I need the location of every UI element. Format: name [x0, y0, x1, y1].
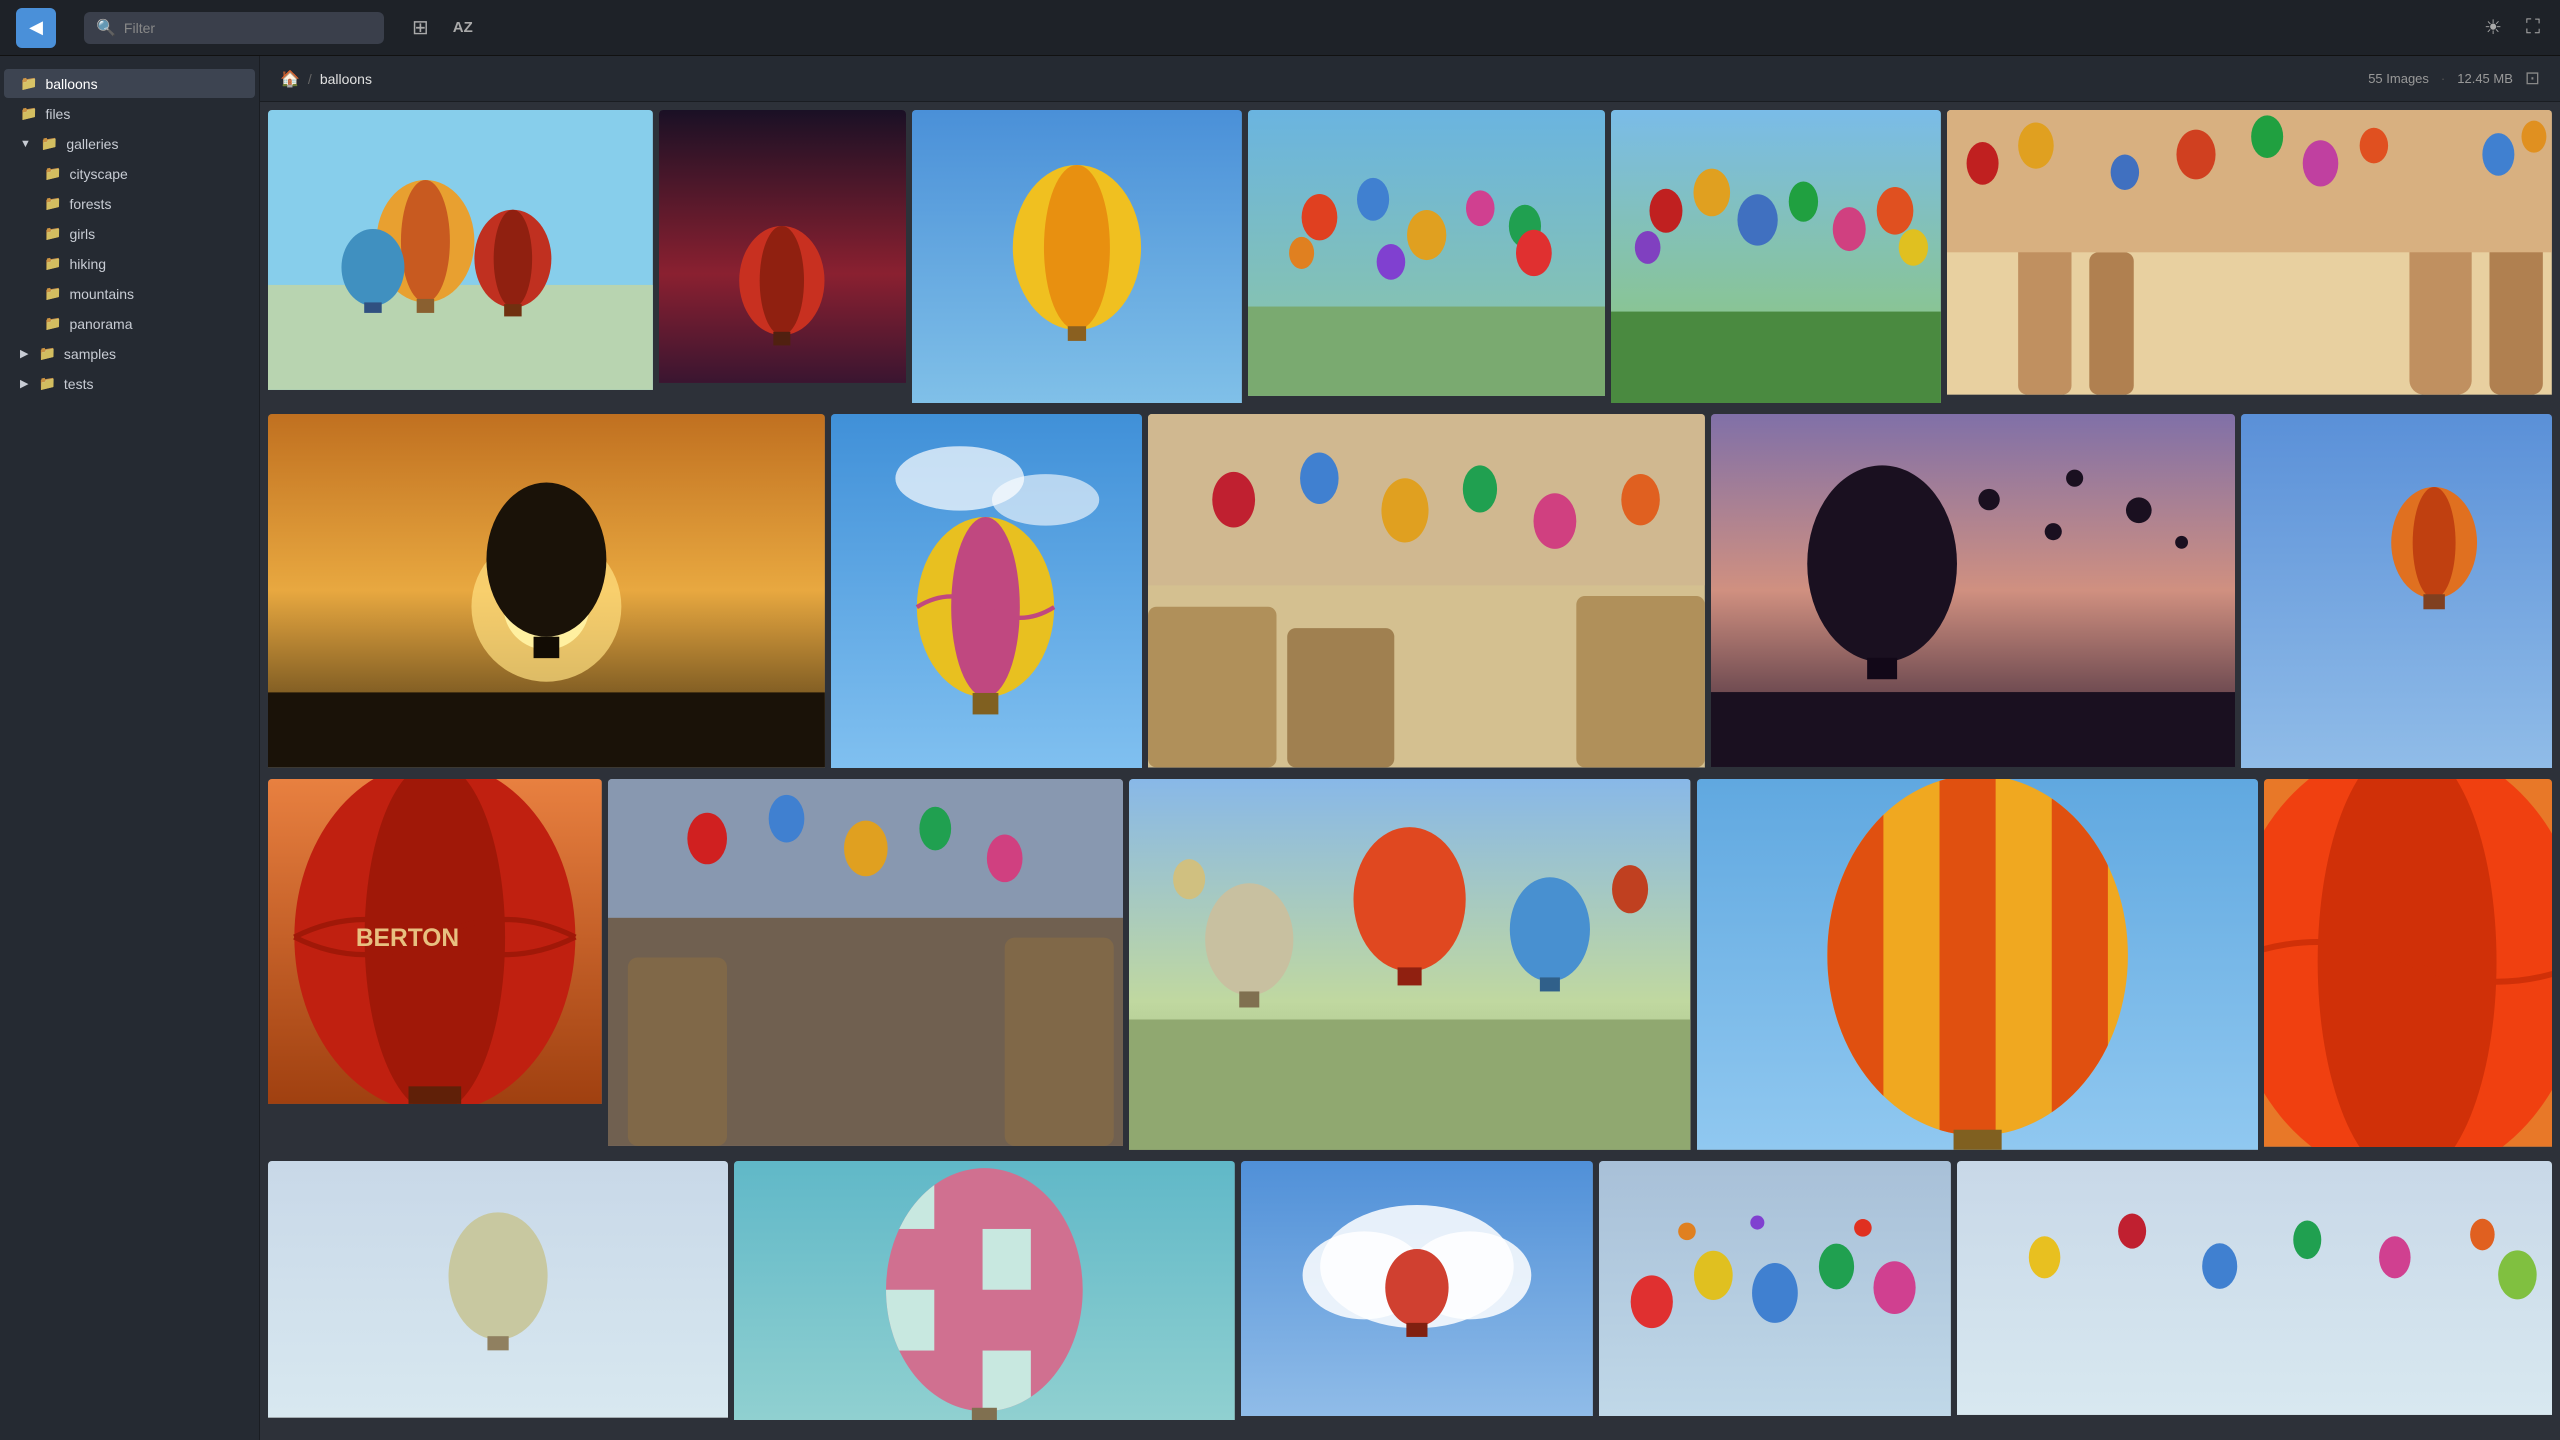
image-count: 55 Images	[2368, 71, 2429, 86]
sidebar-item-label: mountains	[69, 286, 134, 302]
folder-icon: 📁	[44, 285, 61, 302]
photo-item[interactable]	[1697, 779, 2258, 1155]
home-icon[interactable]: 🏠	[280, 69, 300, 89]
sidebar-item-cityscape[interactable]: 📁 cityscape	[4, 159, 255, 188]
photo-item[interactable]	[912, 110, 1242, 408]
photo-item[interactable]	[1957, 1161, 2552, 1425]
back-icon: ◀	[29, 17, 43, 38]
sidebar-item-girls[interactable]: 📁 girls	[4, 219, 255, 248]
photo-row-4	[268, 1161, 2552, 1425]
sidebar-item-label: cityscape	[69, 166, 127, 182]
folder-icon: 📁	[44, 165, 61, 182]
photo-item[interactable]	[831, 414, 1142, 773]
folder-settings-icon[interactable]: ⊡	[2525, 68, 2540, 89]
sidebar-item-label: balloons	[45, 76, 97, 92]
photo-item[interactable]	[659, 110, 906, 408]
sidebar-item-label: forests	[69, 196, 111, 212]
sidebar-item-mountains[interactable]: 📁 mountains	[4, 279, 255, 308]
sidebar-item-label: galleries	[66, 136, 118, 152]
search-box: 🔍	[84, 12, 384, 44]
search-input[interactable]	[124, 20, 372, 36]
main-layout: 📁 balloons 📁 files ▼ 📁 galleries 📁 citys…	[0, 56, 2560, 1440]
header-meta: 55 Images · 12.45 MB ⊡	[2368, 68, 2540, 89]
sidebar-item-samples[interactable]: ▶ 📁 samples	[4, 339, 255, 368]
sidebar-item-label: panorama	[69, 316, 132, 332]
folder-icon: 📁	[41, 135, 58, 152]
search-icon: 🔍	[96, 18, 116, 38]
folder-icon: 📁	[20, 105, 37, 122]
photo-item[interactable]	[268, 1161, 728, 1425]
folder-icon: 📁	[44, 255, 61, 272]
topbar-right: ☀ ⛶	[2480, 11, 2544, 44]
back-button[interactable]: ◀	[16, 8, 56, 48]
sidebar-item-label: samples	[64, 346, 116, 362]
photo-grid: BERTON	[260, 102, 2560, 1440]
photo-item[interactable]	[1241, 1161, 1593, 1425]
sidebar-item-balloons[interactable]: 📁 balloons	[4, 69, 255, 98]
photo-item[interactable]	[1599, 1161, 1951, 1425]
photo-row-3: BERTON	[268, 779, 2552, 1155]
meta-separator: ·	[2441, 71, 2445, 86]
brightness-icon[interactable]: ☀	[2480, 11, 2506, 44]
photo-item[interactable]	[2264, 779, 2552, 1155]
folder-icon: 📁	[44, 195, 61, 212]
file-size: 12.45 MB	[2457, 71, 2513, 86]
photo-item[interactable]	[1947, 110, 2552, 408]
photo-item[interactable]	[1148, 414, 1705, 773]
photo-row-2	[268, 414, 2552, 773]
sidebar-item-forests[interactable]: 📁 forests	[4, 189, 255, 218]
photo-item[interactable]	[268, 110, 653, 408]
photo-item[interactable]	[734, 1161, 1235, 1425]
sidebar-item-files[interactable]: 📁 files	[4, 99, 255, 128]
breadcrumb-current: balloons	[320, 71, 372, 87]
toolbar-icons: ⊞ AZ	[408, 11, 477, 44]
sort-az-icon[interactable]: AZ	[449, 15, 477, 40]
expand-icon: ▶	[20, 347, 28, 360]
fullscreen-icon[interactable]: ⛶	[2522, 12, 2544, 43]
sidebar-item-label: tests	[64, 376, 94, 392]
folder-icon: 📁	[44, 315, 61, 332]
sidebar-item-label: files	[45, 106, 70, 122]
topbar: ◀ 🔍 ⊞ AZ ☀ ⛶	[0, 0, 2560, 56]
svg-text:BERTON: BERTON	[356, 925, 459, 952]
folder-icon: 📁	[38, 375, 55, 392]
sidebar-item-hiking[interactable]: 📁 hiking	[4, 249, 255, 278]
photo-item[interactable]	[1129, 779, 1690, 1155]
grid-view-icon[interactable]: ⊞	[408, 11, 433, 44]
photo-item[interactable]	[1248, 110, 1605, 408]
breadcrumb-separator: /	[308, 71, 312, 87]
photo-row-1	[268, 110, 2552, 408]
content-header: 🏠 / balloons 55 Images · 12.45 MB ⊡	[260, 56, 2560, 102]
sidebar: 📁 balloons 📁 files ▼ 📁 galleries 📁 citys…	[0, 56, 260, 1440]
sidebar-item-tests[interactable]: ▶ 📁 tests	[4, 369, 255, 398]
sidebar-item-galleries[interactable]: ▼ 📁 galleries	[4, 129, 255, 158]
folder-icon: 📁	[20, 75, 37, 92]
photo-item[interactable]	[2241, 414, 2552, 773]
expand-icon: ▶	[20, 377, 28, 390]
expand-icon: ▼	[20, 138, 31, 150]
photo-item[interactable]	[608, 779, 1124, 1155]
folder-icon: 📁	[38, 345, 55, 362]
folder-icon: 📁	[44, 225, 61, 242]
sidebar-item-label: hiking	[69, 256, 106, 272]
sidebar-item-label: girls	[69, 226, 95, 242]
breadcrumb: 🏠 / balloons	[280, 69, 372, 89]
photo-item[interactable]: BERTON	[268, 779, 602, 1155]
photo-item[interactable]	[268, 414, 825, 773]
photo-item[interactable]	[1611, 110, 1941, 408]
content-area: 🏠 / balloons 55 Images · 12.45 MB ⊡	[260, 56, 2560, 1440]
photo-item[interactable]	[1711, 414, 2235, 773]
sidebar-item-panorama[interactable]: 📁 panorama	[4, 309, 255, 338]
